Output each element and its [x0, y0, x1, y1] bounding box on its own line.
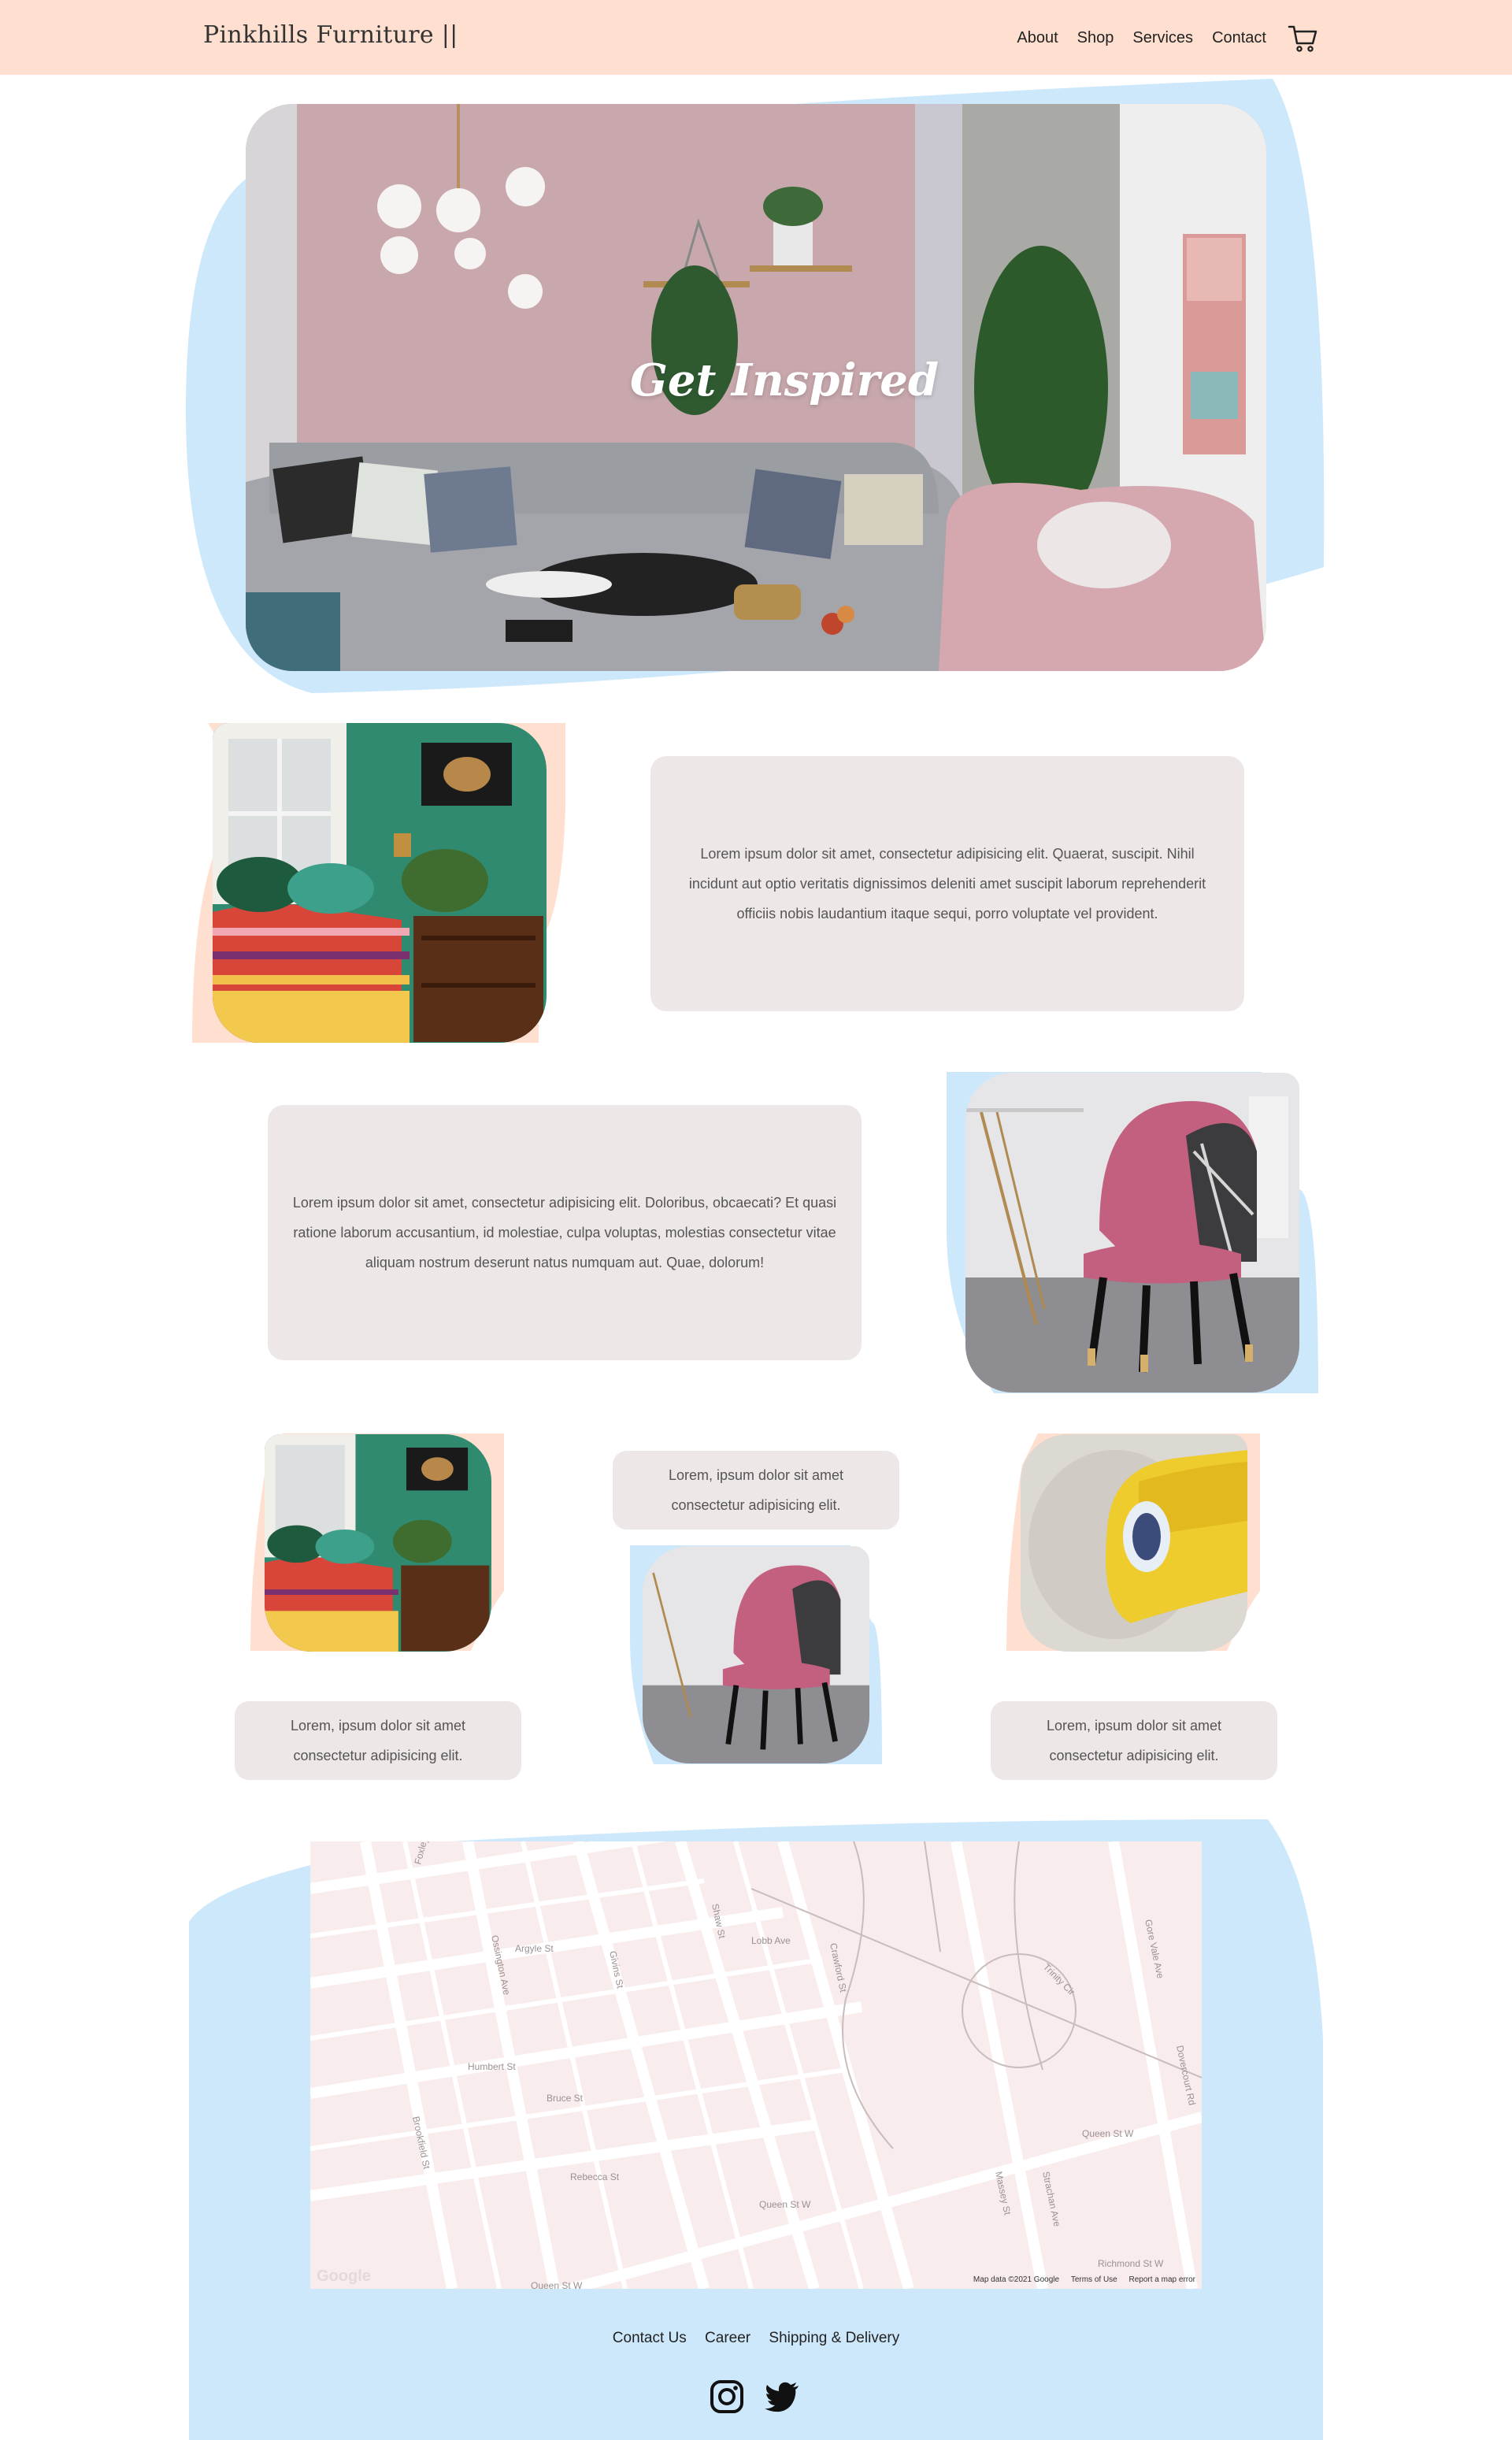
map[interactable]: Foxley St Argyle St Ossington Ave Givins… [310, 1841, 1202, 2289]
gallery-left-caption: Lorem, ipsum dolor sit amet consectetur … [290, 1718, 466, 1763]
map-attribution: Map data ©2021 Google Terms of Use Repor… [964, 2275, 1195, 2284]
map-google-logo: Google [317, 2268, 371, 2285]
gallery-center-caption: Lorem, ipsum dolor sit amet consectetur … [668, 1467, 844, 1513]
twitter-icon[interactable] [764, 2379, 800, 2415]
gallery-chair-image [643, 1546, 869, 1763]
footer-links: Contact Us Career Shipping & Delivery [0, 2330, 1512, 2347]
footer-career-link[interactable]: Career [705, 2330, 750, 2346]
svg-text:Richmond St W: Richmond St W [1098, 2258, 1164, 2269]
map-terms-link[interactable]: Terms of Use [1071, 2275, 1117, 2284]
gallery-bedroom-image [265, 1434, 491, 1652]
navbar: Pinkhills Furniture || About Shop Servic… [0, 0, 1512, 75]
brand-logo[interactable]: Pinkhills Furniture || [203, 21, 458, 49]
social-icons [709, 2379, 800, 2415]
footer-shipping-link[interactable]: Shipping & Delivery [769, 2330, 899, 2346]
map-data-credit: Map data ©2021 Google [973, 2275, 1060, 2284]
svg-text:Queen St W: Queen St W [531, 2280, 583, 2289]
gallery-right-caption-card: Lorem, ipsum dolor sit amet consectetur … [991, 1701, 1277, 1780]
gallery-left-caption-card: Lorem, ipsum dolor sit amet consectetur … [235, 1701, 521, 1780]
nav-about[interactable]: About [1017, 29, 1058, 47]
svg-text:Rebecca St: Rebecca St [570, 2171, 620, 2182]
feature-text-2: Lorem ipsum dolor sit amet, consectetur … [292, 1195, 837, 1270]
footer-contact-link[interactable]: Contact Us [613, 2330, 687, 2346]
svg-text:Bruce St: Bruce St [547, 2093, 584, 2104]
pink-chair-image [965, 1073, 1299, 1392]
feature-text-card-2: Lorem ipsum dolor sit amet, consectetur … [268, 1105, 862, 1360]
hero-title: Get Inspired [630, 354, 939, 406]
svg-text:Queen St W: Queen St W [1082, 2128, 1134, 2139]
bedroom-image [213, 723, 547, 1043]
svg-text:Queen St W: Queen St W [759, 2199, 811, 2210]
yellow-sofa-image [1021, 1434, 1247, 1652]
svg-text:Lobb Ave: Lobb Ave [751, 1935, 791, 1946]
svg-text:Humbert St: Humbert St [468, 2061, 516, 2072]
nav-links: About Shop Services Contact [998, 22, 1318, 54]
feature-text-card-1: Lorem ipsum dolor sit amet, consectetur … [650, 756, 1244, 1011]
svg-text:Argyle St: Argyle St [515, 1943, 554, 1954]
map-streets: Foxley St Argyle St Ossington Ave Givins… [310, 1841, 1202, 2289]
gallery-center-caption-card: Lorem, ipsum dolor sit amet consectetur … [613, 1451, 899, 1530]
feature-text-1: Lorem ipsum dolor sit amet, consectetur … [688, 846, 1206, 921]
nav-services[interactable]: Services [1132, 29, 1193, 47]
instagram-icon[interactable] [709, 2379, 745, 2415]
nav-shop[interactable]: Shop [1077, 29, 1114, 47]
map-report-error-link[interactable]: Report a map error [1129, 2275, 1195, 2284]
shopping-cart-icon[interactable] [1287, 22, 1318, 54]
gallery-right-caption: Lorem, ipsum dolor sit amet consectetur … [1046, 1718, 1222, 1763]
nav-contact[interactable]: Contact [1212, 29, 1266, 47]
